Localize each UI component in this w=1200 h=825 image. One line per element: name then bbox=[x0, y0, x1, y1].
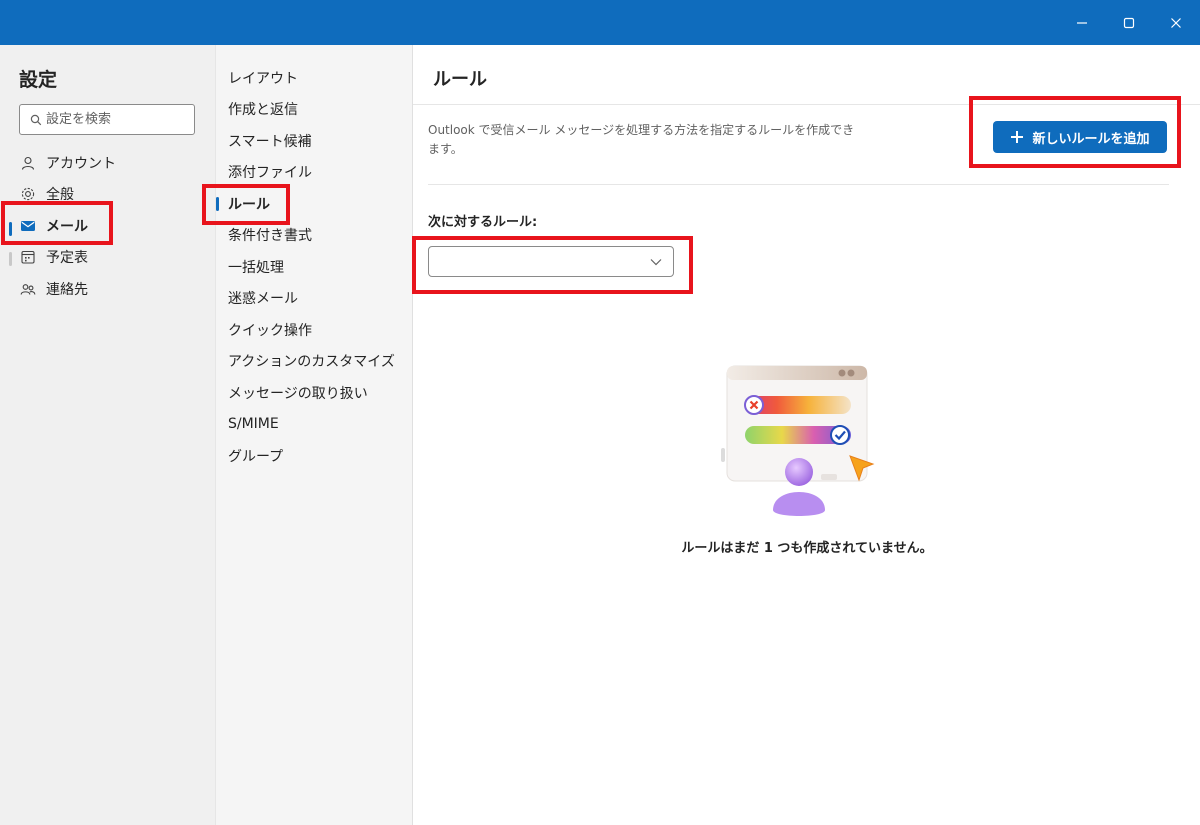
settings-sidebar: 設定 アカウント 全般 メール 予定表 連 bbox=[0, 45, 215, 825]
selection-indicator bbox=[216, 197, 219, 211]
mail-icon bbox=[20, 218, 36, 234]
submenu-item-message-handling[interactable]: メッセージの取り扱い bbox=[228, 380, 368, 406]
add-icon bbox=[1010, 130, 1024, 144]
page-title: ルール bbox=[433, 69, 487, 90]
chevron-down-icon bbox=[650, 259, 662, 266]
submenu-item-groups[interactable]: グループ bbox=[228, 443, 283, 469]
nav-item-label: メール bbox=[46, 219, 88, 235]
nav-item-calendar[interactable]: 予定表 bbox=[0, 243, 215, 271]
add-button-label: 新しいルールを追加 bbox=[1032, 131, 1150, 147]
rules-panel: ルール Outlook で受信メール メッセージを処理する方法を指定するルールを… bbox=[412, 45, 1200, 825]
title-divider bbox=[413, 104, 1200, 105]
section-divider bbox=[428, 184, 1169, 185]
submenu-item-sweep[interactable]: 一括処理 bbox=[228, 254, 284, 280]
nav-item-label: アカウント bbox=[46, 156, 116, 172]
calendar-icon bbox=[20, 249, 36, 265]
submenu-item-junk-email[interactable]: 迷惑メール bbox=[228, 285, 298, 311]
nav-item-contacts[interactable]: 連絡先 bbox=[0, 275, 215, 303]
nav-item-account[interactable]: アカウント bbox=[0, 149, 215, 177]
rules-description: Outlook で受信メール メッセージを処理する方法を指定するルールを作成でき… bbox=[428, 123, 855, 156]
empty-rules-illustration bbox=[721, 365, 875, 516]
submenu-item-layout[interactable]: レイアウト bbox=[228, 65, 298, 91]
submenu-item-quick-steps[interactable]: クイック操作 bbox=[228, 317, 312, 343]
submenu-item-rules[interactable]: ルール bbox=[228, 191, 270, 217]
settings-title: 設定 bbox=[19, 69, 58, 91]
submenu-item-smart-suggestions[interactable]: スマート候補 bbox=[228, 128, 312, 154]
search-input[interactable] bbox=[46, 108, 186, 131]
maximize-icon[interactable] bbox=[1106, 0, 1152, 45]
nav-item-label: 連絡先 bbox=[46, 282, 88, 298]
submenu-item-conditional-formatting[interactable]: 条件付き書式 bbox=[228, 222, 312, 248]
submenu-item-customize-actions[interactable]: アクションのカスタマイズ bbox=[228, 348, 395, 374]
gear-icon bbox=[20, 186, 36, 202]
nav-item-label: 予定表 bbox=[46, 250, 88, 266]
close-icon[interactable] bbox=[1153, 0, 1199, 45]
submenu-item-compose-reply[interactable]: 作成と返信 bbox=[228, 96, 298, 122]
rules-for-dropdown[interactable] bbox=[428, 246, 674, 277]
rules-for-label: 次に対するルール: bbox=[428, 215, 538, 230]
nav-item-mail[interactable]: メール bbox=[0, 212, 215, 240]
nav-item-general[interactable]: 全般 bbox=[0, 180, 215, 208]
settings-search-box[interactable] bbox=[19, 104, 195, 135]
submenu-item-attachments[interactable]: 添付ファイル bbox=[228, 159, 312, 185]
person-icon bbox=[20, 155, 36, 171]
submenu-item-smime[interactable]: S/MIME bbox=[228, 411, 279, 437]
title-bar bbox=[0, 0, 1200, 45]
search-icon bbox=[30, 114, 42, 126]
people-icon bbox=[20, 281, 36, 297]
add-new-rule-button[interactable]: 新しいルールを追加 bbox=[993, 121, 1167, 153]
minimize-icon[interactable] bbox=[1059, 0, 1105, 45]
empty-state-message: ルールはまだ 1 つも作成されていません。 bbox=[681, 541, 933, 556]
mail-submenu: レイアウト 作成と返信 スマート候補 添付ファイル ルール 条件付き書式 一括処… bbox=[215, 45, 412, 825]
nav-item-label: 全般 bbox=[46, 187, 74, 203]
